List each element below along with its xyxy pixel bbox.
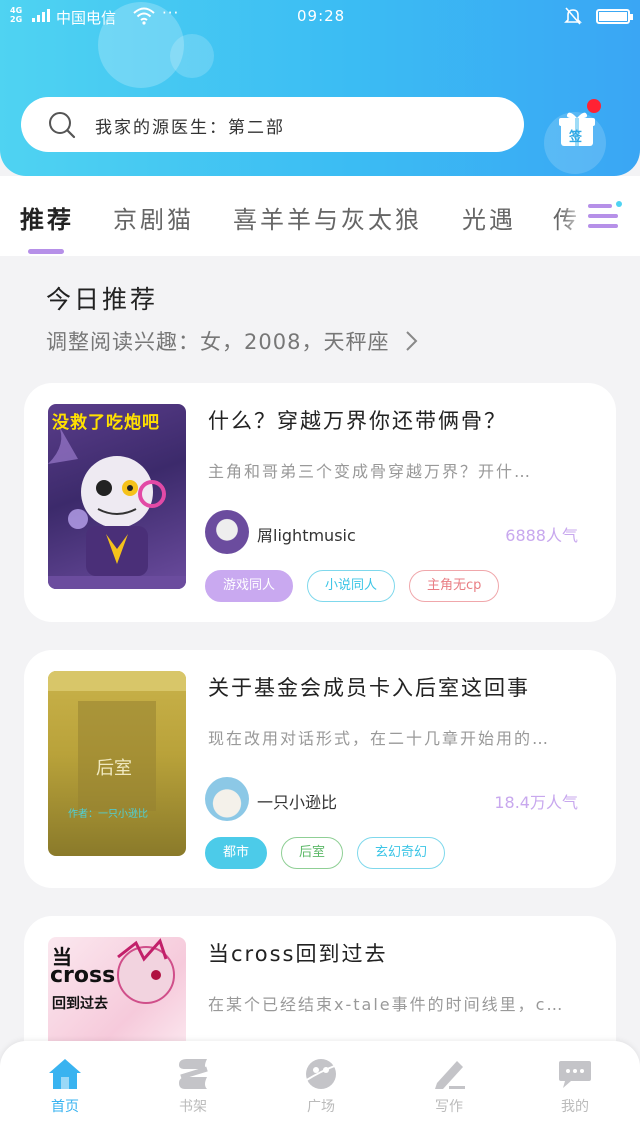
- chevron-right-icon: [406, 331, 418, 351]
- search-icon: [49, 112, 76, 139]
- cover-author: 作者：一只小逊比: [68, 809, 148, 820]
- cover-text: 没救了吃炮吧: [52, 413, 160, 433]
- tab-menu-button[interactable]: [560, 176, 640, 256]
- plaza-icon: [304, 1059, 338, 1089]
- book-title: 什么？穿越万界你还带俩骨？: [208, 409, 507, 433]
- nav-label: 写作: [435, 1099, 463, 1115]
- sign-in-label: 签: [569, 130, 583, 145]
- daily-sign-in-button[interactable]: 签: [557, 108, 597, 148]
- decor-bubble: [170, 34, 214, 78]
- wifi-icon: [133, 7, 155, 29]
- tag[interactable]: 主角无cp: [409, 570, 500, 602]
- nav-plaza[interactable]: 广场: [281, 1057, 361, 1116]
- popularity-count: 6888人气: [505, 526, 578, 545]
- category-tabs: 推荐 京剧猫 喜羊羊与灰太狼 光遇 传: [0, 176, 640, 256]
- home-icon: [49, 1059, 81, 1089]
- nav-label: 我的: [561, 1099, 589, 1115]
- status-bar: 4G 2G 中国电信 ··· 09:28: [0, 0, 640, 34]
- cover-text: cross: [50, 963, 116, 988]
- book-title: 关于基金会成员卡入后室这回事: [208, 676, 530, 700]
- nav-label: 首页: [51, 1099, 79, 1115]
- tab-xiyangyang[interactable]: 喜羊羊与灰太狼: [233, 200, 422, 235]
- book-cover: 后室 作者：一只小逊比: [48, 671, 186, 856]
- tag[interactable]: 后室: [281, 837, 344, 869]
- bookshelf-icon: [179, 1059, 208, 1089]
- tab-recommend[interactable]: 推荐: [20, 200, 74, 235]
- search-placeholder: 我家的源医生：第二部: [95, 118, 285, 138]
- tag-list: 都市 后室 玄幻奇幻: [205, 837, 446, 869]
- book-description: 主角和哥弟三个变成骨穿越万界？开什…: [208, 462, 533, 481]
- header: 4G 2G 中国电信 ··· 09:28 我家的源医生：第二部: [0, 0, 640, 176]
- tab-guangyu[interactable]: 光遇: [462, 200, 516, 235]
- nav-bookshelf[interactable]: 书架: [153, 1057, 233, 1116]
- tag-list: 游戏同人 小说同人 主角无cp: [205, 570, 500, 602]
- bottom-navigation: 首页 书架 广场 写作 我的: [0, 1041, 640, 1138]
- reading-interest-text: 调整阅读兴趣：女，2008，天秤座: [46, 330, 390, 354]
- author-name: 一只小逊比: [257, 793, 338, 812]
- ceiling-light: [48, 671, 186, 691]
- carrier-name: 中国电信: [56, 9, 117, 27]
- cover-text: 后室: [96, 758, 132, 779]
- search-bar[interactable]: 我家的源医生：第二部: [21, 97, 524, 152]
- popularity-count: 18.4万人气: [494, 793, 578, 812]
- cover-text: 回到过去: [52, 996, 108, 1012]
- more-status-icon: ···: [162, 4, 180, 22]
- book-card[interactable]: 后室 作者：一只小逊比 关于基金会成员卡入后室这回事 现在改用对话形式，在二十几…: [24, 650, 616, 888]
- nav-write[interactable]: 写作: [409, 1057, 489, 1116]
- tag[interactable]: 游戏同人: [205, 570, 294, 602]
- section-title: 今日推荐: [46, 285, 159, 314]
- battery-icon: [596, 9, 633, 24]
- tag[interactable]: 玄幻奇幻: [357, 837, 446, 869]
- tab-jingjumao[interactable]: 京剧猫: [113, 200, 194, 235]
- book-cover: 没救了吃炮吧: [48, 404, 186, 589]
- tag[interactable]: 都市: [205, 837, 268, 869]
- write-icon: [435, 1061, 465, 1089]
- tag[interactable]: 小说同人: [307, 570, 396, 602]
- nav-label: 书架: [179, 1099, 207, 1115]
- mute-bell-icon: [563, 6, 583, 30]
- avatar: [205, 510, 249, 554]
- message-icon: [559, 1061, 591, 1088]
- clock: 09:28: [297, 7, 346, 25]
- author-name: 屑lightmusic: [257, 526, 356, 545]
- menu-icon: [588, 201, 622, 228]
- book-description: 现在改用对话形式，在二十几章开始用的…: [208, 729, 551, 748]
- book-card[interactable]: 没救了吃炮吧 什么？穿越万界你还带俩骨？ 主角和哥弟三个变成骨穿越万界？开什… …: [24, 383, 616, 622]
- avatar: [205, 777, 249, 821]
- active-tab-indicator: [28, 249, 64, 254]
- nav-mine[interactable]: 我的: [535, 1057, 615, 1116]
- book-title: 当cross回到过去: [208, 942, 388, 966]
- reading-interest-link[interactable]: 调整阅读兴趣：女，2008，天秤座: [46, 326, 419, 356]
- signal-icon: [32, 9, 50, 22]
- nav-label: 广场: [307, 1099, 335, 1115]
- network-type: 4G 2G: [10, 6, 23, 24]
- notification-dot: [587, 99, 601, 113]
- book-description: 在某个已经结束x-tale事件的时间线里，c…: [208, 995, 565, 1014]
- nav-home[interactable]: 首页: [25, 1057, 105, 1116]
